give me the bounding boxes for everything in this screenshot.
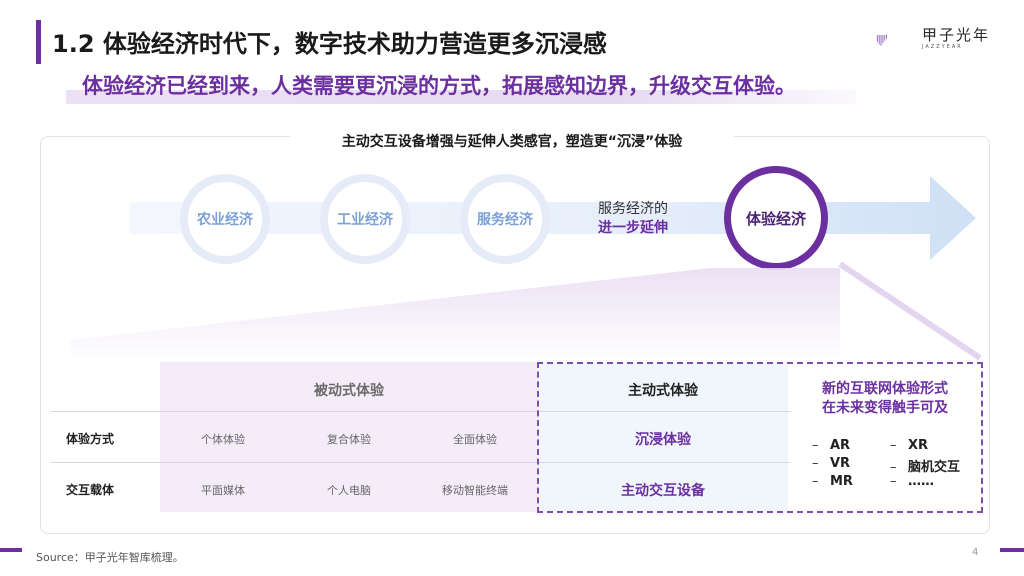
page-subtitle: 体验经济已经到来，人类需要更沉浸的方式，拓展感知边界，升级交互体验。 [82, 74, 796, 98]
logo-text: 甲子光年 [922, 26, 991, 44]
flow-heading: 主动交互设备增强与延伸人类感官，塑造更“沉浸”体验 [290, 131, 734, 151]
jazzyear-logo-icon [876, 34, 888, 46]
flow-note-line2: 进一步延伸 [598, 220, 668, 236]
footer-accent-left [0, 548, 22, 552]
footer-accent-right [1000, 548, 1024, 552]
stage-agriculture: 农业经济 [180, 174, 270, 264]
table-cell: 复合体验 [327, 433, 371, 446]
table-cell: 移动智能终端 [442, 484, 508, 497]
table-cell: 平面媒体 [201, 484, 245, 497]
row-label-experience: 体验方式 [66, 432, 115, 446]
zoom-projection [70, 261, 982, 361]
logo-subtext: JAZZYEAR [922, 44, 963, 50]
table-cell: 全面体验 [453, 433, 497, 446]
passive-header: 被动式体验 [314, 383, 384, 399]
stage-service: 服务经济 [460, 174, 550, 264]
stage-industry: 工业经济 [320, 174, 410, 264]
table-cell: 个体体验 [201, 433, 245, 446]
flow-note-line1: 服务经济的 [598, 201, 668, 217]
table-cell: 个人电脑 [327, 484, 371, 497]
page-number: 4 [972, 547, 979, 558]
source-note: Source：甲子光年智库梳理。 [36, 551, 184, 564]
row-label-carrier: 交互载体 [66, 483, 115, 497]
title-accent-bar [36, 20, 41, 64]
active-dashed-frame [537, 362, 983, 513]
stage-experience: 体验经济 [724, 166, 828, 270]
page-title: 1.2 体验经济时代下，数字技术助力营造更多沉浸感 [52, 30, 607, 58]
